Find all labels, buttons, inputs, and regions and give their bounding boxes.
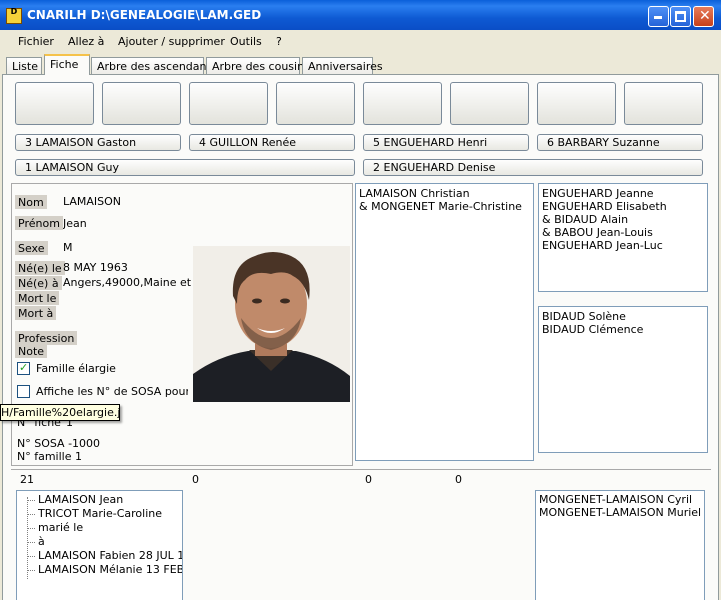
children-list[interactable]: MONGENET-LAMAISON Cyril MONGENET-LAMAISO…: [535, 490, 705, 600]
note-label: Note: [15, 344, 48, 358]
menu-ajouter-supprimer[interactable]: Ajouter / supprimer: [118, 35, 225, 48]
title-bar: D CNARILH D:\GENEALOGIE\LAM.GED ✕: [0, 0, 721, 30]
list-item[interactable]: & BIDAUD Alain: [542, 213, 704, 226]
tree-node[interactable]: LAMAISON Mélanie 13 FEB 1: [38, 563, 182, 576]
count-value: 21: [20, 473, 34, 486]
grandparent-button[interactable]: 5 ENGUEHARD Henri: [363, 134, 529, 151]
siblings-list[interactable]: LAMAISON Christian & MONGENET Marie-Chri…: [355, 183, 534, 461]
mort-a-label: Mort à: [15, 306, 57, 320]
list-item[interactable]: & BABOU Jean-Louis: [542, 226, 704, 239]
photo-path-tooltip: H/Famille%20elargie.jpg: [0, 404, 120, 421]
menu-allez-a[interactable]: Allez à: [68, 35, 104, 48]
sosa-number: N° SOSA -1000: [17, 437, 101, 450]
mort-le-label: Mort le: [15, 291, 60, 305]
maximize-button[interactable]: [670, 6, 691, 27]
tab-strip: Liste Fiche Arbre des ascendants Arbre d…: [0, 53, 721, 75]
tree-node[interactable]: à: [38, 535, 45, 548]
tab-arbre-ascendants[interactable]: Arbre des ascendants: [91, 57, 217, 75]
famille-number: N° famille 1: [17, 450, 82, 463]
ancestor-photo-button[interactable]: [537, 82, 616, 125]
grandparent-button[interactable]: 4 GUILLON Renée: [189, 134, 355, 151]
list-item[interactable]: LAMAISON Christian: [359, 187, 530, 200]
ancestor-photo-button[interactable]: [15, 82, 94, 125]
mother-button[interactable]: 2 ENGUEHARD Denise: [363, 159, 703, 176]
tab-anniversaires[interactable]: Anniversaires: [302, 57, 383, 75]
list-item[interactable]: MONGENET-LAMAISON Cyril: [539, 493, 701, 506]
tree-node[interactable]: marié le: [38, 521, 83, 534]
ne-a-value[interactable]: Angers,49000,Maine et Loi: [63, 276, 191, 289]
nom-value[interactable]: LAMAISON: [63, 195, 121, 208]
tab-liste[interactable]: Liste: [6, 57, 42, 75]
prenom-label: Prénom: [15, 216, 63, 230]
famille-elargie-checkbox[interactable]: ✓: [17, 361, 30, 375]
nom-label: Nom: [15, 195, 47, 209]
father-button[interactable]: 1 LAMAISON Guy: [15, 159, 355, 176]
count-value: 0: [455, 473, 462, 486]
section-divider: [11, 469, 711, 470]
tree-branch: [27, 556, 35, 557]
cousins-list[interactable]: BIDAUD Solène BIDAUD Clémence: [538, 306, 708, 453]
ancestor-photo-button[interactable]: [363, 82, 442, 125]
ancestor-photo-button[interactable]: [189, 82, 268, 125]
ancestor-photo-button[interactable]: [276, 82, 355, 125]
grandparent-button[interactable]: 3 LAMAISON Gaston: [15, 134, 181, 151]
count-value: 0: [365, 473, 372, 486]
sexe-label: Sexe: [15, 241, 48, 255]
tab-arbre-cousins[interactable]: Arbre des cousins: [206, 57, 310, 75]
menu-outils[interactable]: Outils: [230, 35, 262, 48]
famille-elargie-label: Famille élargie: [36, 362, 116, 375]
close-button[interactable]: ✕: [693, 6, 714, 27]
tree-branch: [27, 542, 35, 543]
affiche-sosa-checkbox[interactable]: [17, 385, 30, 398]
profession-label: Profession: [15, 331, 78, 345]
menu-bar: Fichier Allez à Ajouter / supprimer Outi…: [0, 30, 721, 53]
ancestor-photo-button[interactable]: [450, 82, 529, 125]
tree-branch: [27, 500, 35, 501]
ancestor-photo-button[interactable]: [624, 82, 703, 125]
list-item[interactable]: & MONGENET Marie-Christine: [359, 200, 530, 213]
tree-branch: [27, 514, 35, 515]
ne-le-label: Né(e) le: [15, 261, 65, 275]
minimize-icon: [654, 16, 662, 19]
list-item[interactable]: ENGUEHARD Jean-Luc: [542, 239, 704, 252]
app-icon[interactable]: D: [6, 8, 22, 24]
list-item[interactable]: BIDAUD Clémence: [542, 323, 704, 336]
count-value: 0: [192, 473, 199, 486]
menu-fichier[interactable]: Fichier: [18, 35, 54, 48]
affiche-sosa-label: Affiche les N° de SOSA pour les: [36, 385, 188, 398]
tree-branch: [27, 528, 35, 529]
list-item[interactable]: BIDAUD Solène: [542, 310, 704, 323]
list-item[interactable]: ENGUEHARD Jeanne: [542, 187, 704, 200]
grandparent-button[interactable]: 6 BARBARY Suzanne: [537, 134, 703, 151]
tab-fiche[interactable]: Fiche: [44, 54, 90, 75]
portrait-image: [193, 246, 350, 402]
list-item[interactable]: MONGENET-LAMAISON Muriel: [539, 506, 701, 519]
checkmark-icon: ✓: [19, 361, 29, 374]
list-item[interactable]: ENGUEHARD Elisabeth: [542, 200, 704, 213]
uncles-aunts-list[interactable]: ENGUEHARD Jeanne ENGUEHARD Elisabeth & B…: [538, 183, 708, 292]
prenom-value[interactable]: Jean: [63, 217, 87, 230]
window-title: CNARILH D:\GENEALOGIE\LAM.GED: [27, 8, 262, 22]
tree-node[interactable]: LAMAISON Jean: [38, 493, 123, 506]
person-photo[interactable]: [193, 246, 350, 402]
maximize-icon: [675, 11, 686, 22]
ne-le-value[interactable]: 8 MAY 1963: [63, 261, 128, 274]
ne-a-label: Né(e) à: [15, 276, 62, 290]
minimize-button[interactable]: [648, 6, 669, 27]
sexe-value[interactable]: M: [63, 241, 73, 254]
tree-connector: [27, 497, 28, 579]
menu-help[interactable]: ?: [276, 35, 282, 48]
family-tree[interactable]: LAMAISON Jean TRICOT Marie-Caroline mari…: [16, 490, 183, 600]
tree-node[interactable]: TRICOT Marie-Caroline: [38, 507, 162, 520]
tree-node[interactable]: LAMAISON Fabien 28 JUL 19: [38, 549, 182, 562]
close-icon: ✕: [699, 8, 711, 24]
ancestor-photo-button[interactable]: [102, 82, 181, 125]
tree-branch: [27, 570, 35, 571]
